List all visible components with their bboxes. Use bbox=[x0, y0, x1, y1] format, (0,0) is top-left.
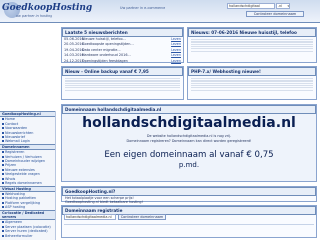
register-panel: Domeinnaam registratie bbox=[61, 205, 317, 238]
news-article-body bbox=[188, 37, 316, 54]
bullet-icon bbox=[2, 201, 4, 204]
sidebar-item-label: Webmail Login bbox=[5, 139, 30, 144]
sidebar-item-label: Verhuizen / Verhuizen bbox=[5, 154, 42, 159]
bullet-icon bbox=[2, 168, 4, 171]
partner-text: Uw partner in e-commerce bbox=[120, 6, 166, 10]
bullet-icon bbox=[2, 136, 4, 139]
sidebar-item-label: Beheerformulier bbox=[5, 233, 33, 238]
sidebar-section-site: Home Contact Voorwaarden Nieuwsberichten Nie… bbox=[0, 117, 55, 143]
domain-status-line2: Domeinnaam registreren? Domeinnaam kan d… bbox=[126, 139, 252, 143]
sidebar: GoedkoopHosting.nl Home Contact Voorwaarde… bbox=[0, 111, 56, 240]
register-check-button[interactable]: Controleer domeinnaam bbox=[118, 214, 166, 220]
bullet-icon bbox=[2, 192, 4, 195]
news-list: 05-06-2016 Nieuwe huisstijl, telefoo... Le… bbox=[62, 37, 183, 64]
news-article-title: Nieuws: 07-06-2016 Nieuwe huisstijl, tel… bbox=[188, 28, 316, 37]
backup-promo-body bbox=[62, 76, 183, 93]
logo[interactable]: GoedkoopHosting bbox=[2, 3, 92, 14]
sidebar-section-hosting: Webhosting Hosting pakketten Platform verg… bbox=[0, 192, 55, 210]
bullet-icon bbox=[2, 140, 4, 143]
domain-status-line1: De website hollandschdigitaalmedia.nl is… bbox=[146, 134, 232, 138]
sidebar-item-label: Nieuwsberichten bbox=[5, 130, 34, 135]
bullet-icon bbox=[2, 118, 4, 121]
bullet-icon bbox=[2, 151, 4, 154]
news-read-more-link[interactable]: Lezen bbox=[171, 59, 181, 64]
bullet-icon bbox=[2, 164, 4, 167]
news-list-panel: Laatste 5 nieuwsberichten 05-06-2016 Nieu… bbox=[61, 27, 184, 63]
sidebar-item-label: Hosting pakketten bbox=[5, 196, 37, 201]
register-divider bbox=[64, 224, 314, 225]
sidebar-item-section4_items-3[interactable]: Beheerformulier bbox=[0, 234, 55, 238]
sidebar-item-label: Algemeen bbox=[5, 220, 23, 225]
sidebar-item-label: Contact bbox=[5, 121, 19, 126]
bullet-icon bbox=[2, 230, 4, 233]
domain-search-input[interactable]: hollandschdigitaal bbox=[227, 3, 275, 9]
sidebar-item-label: Registreren bbox=[5, 150, 25, 155]
bullet-icon bbox=[2, 122, 4, 125]
tld-select-value: .nl bbox=[278, 4, 283, 8]
about-text-2: Goedkoophosting.nl biedt betaalbare host… bbox=[65, 200, 143, 204]
sidebar-item-label: Whois bbox=[5, 176, 16, 181]
sidebar-item-label: Nieuwsbrief bbox=[5, 135, 26, 140]
sidebar-item-label: Webhosting bbox=[5, 191, 25, 196]
sidebar-heading-colocation: Co-locatie / Dedicated servers bbox=[0, 209, 55, 221]
sidebar-item-label: Voorwaarden bbox=[5, 126, 28, 131]
sidebar-item-label: Server plaatsen (colocatie) bbox=[5, 224, 51, 229]
domain-price-text: Een eigen domeinnaam al vanaf € 0,75 bbox=[104, 150, 274, 160]
sidebar-item-label: Platform vergelijking bbox=[5, 200, 41, 205]
news-date: 24-12-2015 bbox=[64, 58, 84, 63]
domain-name-title: hollandschdigitaalmedia.nl bbox=[82, 115, 296, 131]
sidebar-section-domains: Registreren Verhuizen / Verhuizen Domeinho… bbox=[0, 150, 55, 185]
sidebar-item-label: Veelgestelde vragen bbox=[5, 172, 40, 177]
bullet-icon bbox=[2, 160, 4, 163]
register-domain-input[interactable]: hollandschdigitaalmedia.nl bbox=[64, 214, 116, 220]
bullet-icon bbox=[2, 173, 4, 176]
bullet-icon bbox=[2, 155, 4, 158]
bullet-icon bbox=[2, 182, 4, 185]
sidebar-item-label: Regels domeinnamen bbox=[5, 181, 42, 186]
bullet-icon bbox=[2, 221, 4, 224]
sidebar-item-label: ASP hosting bbox=[5, 205, 26, 210]
backup-promo-title: Nieuw - Online backup vanaf € 7,95 bbox=[62, 67, 183, 76]
chevron-down-icon: ▾ bbox=[287, 4, 289, 8]
tld-select[interactable]: .nl ▾ bbox=[276, 3, 290, 9]
check-domain-button[interactable]: Controleer domeinnaam bbox=[246, 11, 304, 17]
domain-result-heading: Domeinnaam hollandschdigitaalmedia.nl bbox=[62, 105, 316, 114]
sidebar-item-label: Nieuwe extensies bbox=[5, 167, 35, 172]
sidebar-item-label: Prijzen bbox=[5, 163, 17, 168]
about-panel: GoedkoopHosting.nl? Het totaalplaatje vo… bbox=[61, 186, 317, 204]
news-article-panel: Nieuws: 07-06-2016 Nieuwe huisstijl, tel… bbox=[187, 27, 317, 63]
bullet-icon bbox=[2, 225, 4, 228]
sidebar-item-label: Server huren (dedicated) bbox=[5, 229, 48, 234]
php-promo-panel: PHP-7.x/ Webhosting nieuwe! bbox=[187, 66, 317, 100]
php-promo-body bbox=[188, 76, 316, 93]
bullet-icon bbox=[2, 206, 4, 209]
backup-promo-panel: Nieuw - Online backup vanaf € 7,95 bbox=[61, 66, 184, 100]
bullet-icon bbox=[2, 177, 4, 180]
bullet-icon bbox=[2, 131, 4, 134]
bullet-icon bbox=[2, 127, 4, 130]
sidebar-item-label: Home bbox=[5, 117, 16, 122]
news-headline: Openingstijden feestdagen bbox=[82, 58, 128, 63]
tagline: uw partner in hosting bbox=[16, 14, 53, 18]
news-list-title: Laatste 5 nieuwsberichten bbox=[62, 28, 183, 37]
bullet-icon bbox=[2, 234, 4, 237]
domain-price-suffix: p.md. bbox=[178, 161, 200, 169]
about-title: GoedkoopHosting.nl? bbox=[62, 187, 316, 196]
news-list-item[interactable]: 24-12-2015 Openingstijden feestdagen Lezen bbox=[64, 59, 181, 64]
php-promo-title: PHP-7.x/ Webhosting nieuwe! bbox=[188, 67, 316, 76]
sidebar-section-colocation: Algemeen Server plaatsen (colocatie) Serve… bbox=[0, 220, 55, 238]
bullet-icon bbox=[2, 197, 4, 200]
sidebar-item-label: Domeinhouder wijzigen bbox=[5, 159, 46, 164]
